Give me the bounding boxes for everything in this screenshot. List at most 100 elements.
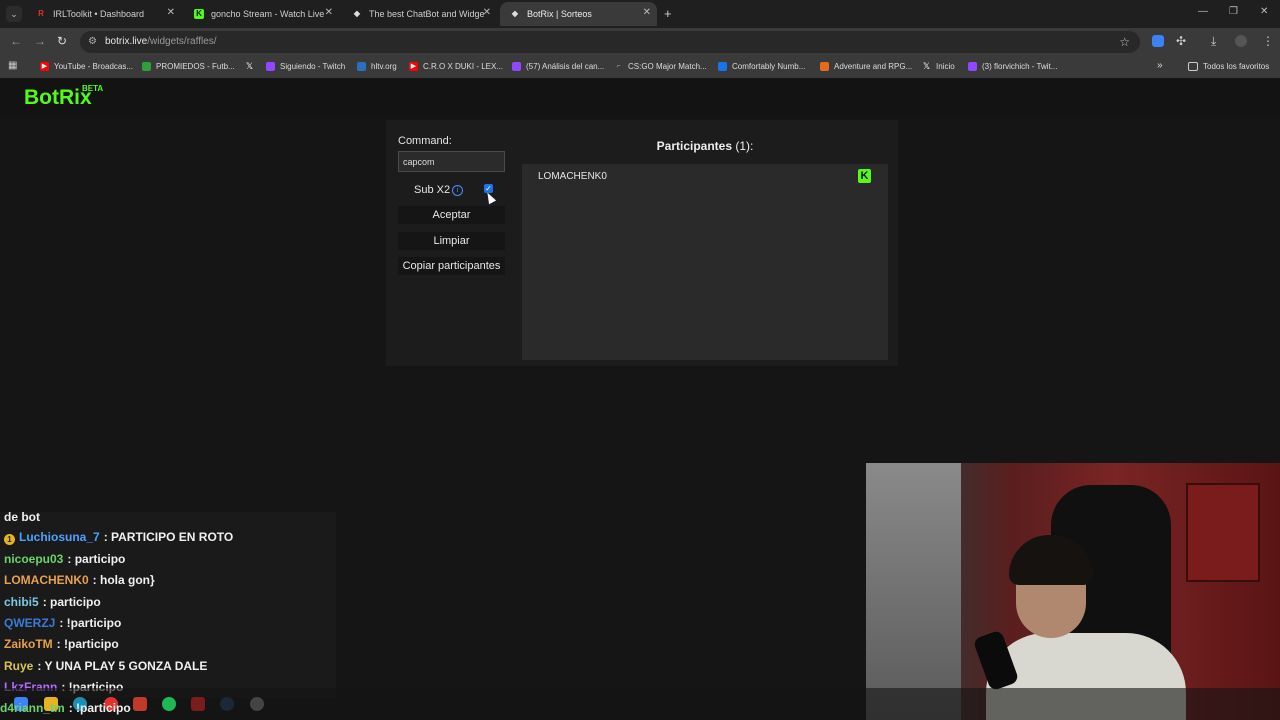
clear-button[interactable]: Limpiar bbox=[398, 232, 505, 250]
tab-chatbot[interactable]: ◆ The best ChatBot and Widgets ✕ bbox=[342, 2, 497, 26]
site-info-icon[interactable]: ⚙ bbox=[88, 36, 97, 47]
bookmark-label: YouTube - Broadcas... bbox=[54, 62, 134, 71]
raffle-panel: Command: Sub X2 i ✓ Aceptar Limpiar Copi… bbox=[386, 120, 898, 366]
bookmark-promiedos[interactable]: PROMIEDOS - Futb... bbox=[142, 62, 235, 71]
stream-chat-overlay: de bot 1 Luchiosuna_7: PARTICIPO EN ROTO … bbox=[0, 510, 336, 698]
chat-text: : hola gon} bbox=[92, 573, 155, 587]
bookmark-star-icon[interactable]: ☆ bbox=[1119, 35, 1130, 49]
chat-username: QWERZJ bbox=[4, 616, 56, 630]
chat-message: nicoepu03: participo bbox=[4, 552, 125, 566]
address-bar[interactable]: ⚙ botrix.live/widgets/raffles/ ☆ bbox=[80, 31, 1140, 53]
bookmark-adventure-rpg[interactable]: Adventure and RPG... bbox=[820, 62, 912, 71]
close-tab-icon[interactable]: ✕ bbox=[167, 7, 175, 18]
close-tab-icon[interactable]: ✕ bbox=[483, 7, 491, 18]
bookmark-label: Siguiendo - Twitch bbox=[280, 62, 346, 71]
taskbar: d4riann_tm: !participo bbox=[0, 688, 1280, 720]
tab-irltoolkit[interactable]: R IRLToolkit • Dashboard ✕ bbox=[26, 2, 181, 26]
info-icon[interactable]: i bbox=[452, 185, 463, 196]
chat-username: LOMACHENK0 bbox=[4, 573, 89, 587]
spotify-icon[interactable] bbox=[162, 697, 176, 711]
botrix-favicon-icon: ◆ bbox=[511, 9, 519, 18]
sub-badge-icon: 1 bbox=[4, 534, 15, 545]
twitch-icon bbox=[266, 62, 275, 71]
participants-title: Participantes bbox=[656, 139, 733, 153]
botrix-favicon-icon: ◆ bbox=[353, 9, 361, 18]
all-bookmarks-folder[interactable]: Todos los favoritos bbox=[1188, 62, 1269, 71]
restore-window-icon[interactable]: ❐ bbox=[1229, 6, 1238, 17]
back-arrow-icon[interactable]: ← bbox=[10, 34, 22, 48]
close-tab-icon[interactable]: ✕ bbox=[325, 7, 333, 18]
bookmark-label: Inicio bbox=[936, 62, 955, 71]
accept-button[interactable]: Aceptar bbox=[398, 206, 505, 224]
participants-heading: Participantes (1): bbox=[522, 139, 888, 153]
browser-tab-strip: ⌄ R IRLToolkit • Dashboard ✕ K goncho St… bbox=[0, 0, 1280, 28]
url-text[interactable]: botrix.live/widgets/raffles/ bbox=[105, 36, 217, 47]
profile-avatar[interactable] bbox=[1235, 35, 1247, 47]
blue-page-icon bbox=[718, 62, 727, 71]
chat-message: QWERZJ: !participo bbox=[4, 616, 121, 630]
command-input[interactable] bbox=[398, 151, 505, 172]
kick-platform-icon: K bbox=[858, 169, 871, 183]
participant-name[interactable]: LOMACHENK0 bbox=[538, 171, 607, 182]
bookmark-youtube[interactable]: ▶ YouTube - Broadcas... bbox=[40, 62, 133, 71]
download-icon[interactable]: ⤓ bbox=[1211, 34, 1216, 49]
bookmark-twitch-following[interactable]: Siguiendo - Twitch bbox=[266, 62, 345, 71]
bookmark-comfortably-numb[interactable]: Comfortably Numb... bbox=[718, 62, 805, 71]
webcam-feed bbox=[866, 463, 1280, 720]
chat-text: : PARTICIPO EN ROTO bbox=[103, 530, 234, 544]
obs-icon[interactable] bbox=[250, 697, 264, 711]
chat-message: chibi5: participo bbox=[4, 595, 101, 609]
tab-goncho-stream[interactable]: K goncho Stream - Watch Live on ✕ bbox=[184, 2, 339, 26]
tab-title: The best ChatBot and Widgets bbox=[369, 9, 484, 19]
new-tab-plus-icon[interactable]: + bbox=[664, 6, 672, 21]
menu-kebab-icon[interactable]: ⋮ bbox=[1262, 34, 1274, 48]
app-icon[interactable] bbox=[133, 697, 147, 711]
tab-search-icon[interactable]: ⌄ bbox=[6, 6, 22, 22]
forward-arrow-icon[interactable]: → bbox=[34, 34, 46, 48]
app-icon[interactable] bbox=[191, 697, 205, 711]
irltoolkit-favicon-icon: R bbox=[38, 9, 44, 18]
x-logo-icon: 𝕏 bbox=[922, 61, 931, 71]
chat-username: nicoepu03 bbox=[4, 552, 64, 566]
apps-grid-icon[interactable]: ▦ bbox=[8, 60, 17, 71]
chat-text: : !participo bbox=[56, 637, 119, 651]
chat-message: ZaikoTM: !participo bbox=[4, 637, 119, 651]
tab-title: IRLToolkit • Dashboard bbox=[53, 9, 145, 19]
chat-username: chibi5 bbox=[4, 595, 39, 609]
chat-username: ZaikoTM bbox=[4, 637, 53, 651]
bookmark-analisis[interactable]: (57) Análisis del can... bbox=[512, 62, 604, 71]
youtube-icon: ▶ bbox=[409, 62, 418, 71]
youtube-icon: ▶ bbox=[40, 62, 49, 71]
extension-icon[interactable] bbox=[1152, 35, 1164, 47]
bookmarks-overflow-chevron-icon[interactable]: » bbox=[1157, 60, 1163, 71]
bookmark-label: Adventure and RPG... bbox=[834, 62, 913, 71]
bookmark-csgo-major[interactable]: ⌐ CS:GO Major Match... bbox=[614, 62, 706, 71]
tab-botrix-sorteos[interactable]: ◆ BotRix | Sorteos ✕ bbox=[500, 2, 657, 26]
bookmark-x[interactable]: 𝕏 bbox=[245, 62, 259, 71]
chat-message: LOMACHENK0: hola gon} bbox=[4, 573, 155, 587]
close-window-icon[interactable]: ✕ bbox=[1260, 6, 1268, 17]
x-logo-icon: 𝕏 bbox=[245, 61, 254, 71]
steam-icon[interactable] bbox=[220, 697, 234, 711]
minimize-window-icon[interactable]: — bbox=[1198, 6, 1208, 17]
close-tab-icon[interactable]: ✕ bbox=[643, 7, 651, 18]
copy-participants-button[interactable]: Copiar participantes bbox=[398, 257, 505, 275]
extensions-puzzle-icon[interactable]: ✣ bbox=[1176, 34, 1186, 48]
chat-message: d4riann_tm: !participo bbox=[0, 701, 131, 715]
bookmark-inicio[interactable]: 𝕏 Inicio bbox=[922, 61, 955, 72]
tab-title: goncho Stream - Watch Live on bbox=[211, 9, 326, 19]
bookmark-hltv[interactable]: hltv.org bbox=[357, 62, 397, 71]
chat-message: Ruye: Y UNA PLAY 5 GONZA DALE bbox=[4, 659, 207, 673]
bookmark-label: hltv.org bbox=[371, 62, 397, 71]
chat-text: : participo bbox=[42, 595, 101, 609]
sub-x2-label: Sub X2 bbox=[414, 184, 451, 196]
hltv-icon bbox=[357, 62, 366, 71]
chat-username: Luchiosuna_7 bbox=[19, 530, 100, 544]
bookmark-florvichich[interactable]: (3) florvichich - Twit... bbox=[968, 62, 1057, 71]
chat-header: de bot bbox=[4, 510, 40, 524]
twitch-icon bbox=[512, 62, 521, 71]
reload-icon[interactable]: ↻ bbox=[57, 34, 67, 48]
bookmark-cro-duki[interactable]: ▶ C.R.O X DUKI - LEX... bbox=[409, 62, 503, 71]
game-site-icon bbox=[820, 62, 829, 71]
bookmark-label: Comfortably Numb... bbox=[732, 62, 806, 71]
